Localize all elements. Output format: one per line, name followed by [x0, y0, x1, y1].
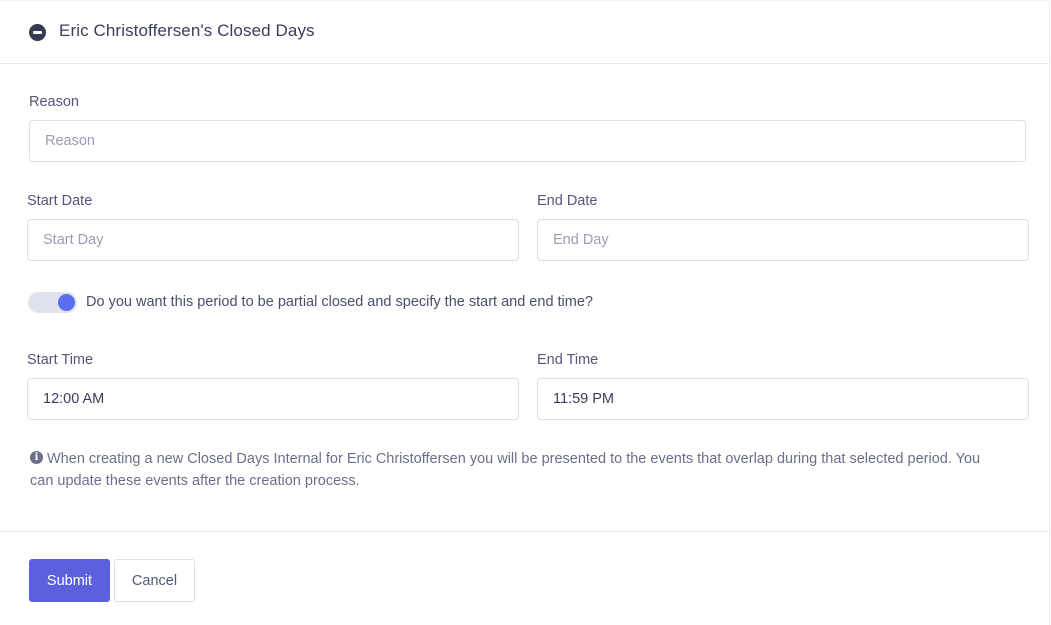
- start-date-label: Start Date: [27, 193, 93, 209]
- submit-button[interactable]: Submit: [29, 559, 110, 602]
- start-time-label: Start Time: [27, 352, 94, 368]
- reason-input[interactable]: [29, 120, 1026, 162]
- end-time-input[interactable]: [537, 378, 1029, 420]
- minus-circle-icon: [29, 24, 46, 41]
- toggle-knob: [58, 294, 75, 311]
- panel-header: Eric Christoffersen's Closed Days: [0, 0, 1050, 64]
- partial-closed-toggle[interactable]: [28, 292, 77, 313]
- cancel-button[interactable]: Cancel: [114, 559, 195, 602]
- closed-days-panel: Eric Christoffersen's Closed Days Reason…: [0, 0, 1050, 625]
- start-time-input[interactable]: [27, 378, 519, 420]
- info-message: When creating a new Closed Days Internal…: [30, 451, 981, 489]
- end-time-label: End Time: [537, 352, 599, 368]
- reason-label: Reason: [29, 94, 79, 110]
- partial-closed-toggle-label: Do you want this period to be partial cl…: [86, 294, 593, 310]
- footer-divider: [0, 531, 1050, 532]
- end-date-input[interactable]: [537, 219, 1029, 261]
- page-title: Eric Christoffersen's Closed Days: [59, 21, 315, 40]
- end-date-label: End Date: [537, 193, 598, 209]
- start-date-input[interactable]: [27, 219, 519, 261]
